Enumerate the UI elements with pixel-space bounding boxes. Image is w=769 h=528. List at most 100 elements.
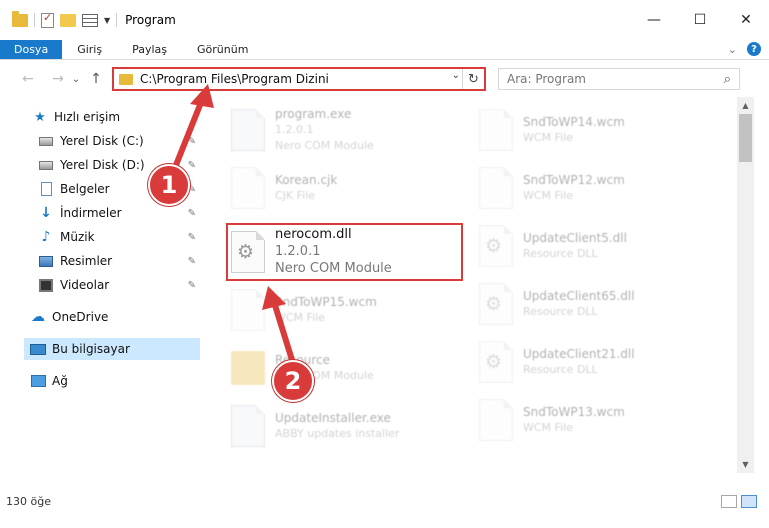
address-dropdown-icon[interactable]: ⌄ — [452, 70, 460, 81]
search-icon[interactable]: ⌕ — [724, 72, 731, 87]
file-type: WCM File — [523, 189, 573, 202]
step-1-badge: 1 — [148, 164, 190, 206]
cloud-icon: ☁ — [31, 309, 45, 325]
tab-home[interactable]: Giriş — [62, 40, 117, 59]
file-name: UpdateClient65.dll — [523, 289, 635, 303]
status-bar: 130 öğe — [0, 489, 769, 513]
search-input[interactable]: Ara: Program ⌕ — [498, 68, 740, 90]
maximize-button[interactable]: ☐ — [677, 0, 723, 40]
file-type: Resource DLL — [523, 305, 598, 318]
exe-file-icon — [231, 405, 265, 447]
divider — [116, 13, 118, 27]
file-type: CJK File — [275, 189, 316, 202]
star-icon: ★ — [34, 109, 46, 125]
minimize-button[interactable]: — — [631, 0, 677, 40]
vertical-scrollbar[interactable]: ▲ ▼ — [737, 97, 754, 473]
window-controls: — ☐ ✕ — [631, 0, 769, 40]
file-name: Korean.cjk — [275, 173, 338, 187]
file-icon — [479, 109, 513, 151]
file-name: SndToWP15.wcm — [275, 295, 377, 309]
highlight-box — [226, 223, 463, 281]
sidebar-item-label: Hızlı erişim — [54, 110, 121, 124]
sidebar-item-label: Bu bilgisayar — [52, 342, 130, 356]
file-type: WCM File — [523, 131, 573, 144]
sidebar-item-label: OneDrive — [52, 310, 109, 324]
file-name: SndToWP13.wcm — [523, 405, 625, 419]
file-icon — [231, 167, 265, 209]
dll-file-icon — [479, 225, 513, 267]
sidebar-item-label: Videolar — [60, 278, 110, 292]
refresh-button[interactable]: ↻ — [462, 69, 484, 89]
file-item[interactable]: UpdateClient21.dll Resource DLL — [471, 335, 709, 389]
file-item[interactable]: SndToWP12.wcm WCM File — [471, 161, 709, 215]
sidebar-item-label: İndirmeler — [60, 206, 122, 220]
back-button[interactable]: ← — [16, 71, 40, 87]
new-folder-icon[interactable] — [60, 13, 76, 27]
pin-icon[interactable]: ✎ — [188, 280, 196, 291]
recent-locations-chevron-icon[interactable]: ⌄ — [70, 74, 82, 85]
tiles-view-icon[interactable] — [741, 494, 757, 508]
view-options-icon[interactable] — [82, 13, 98, 27]
scroll-up-icon[interactable]: ▲ — [737, 97, 754, 114]
pin-icon[interactable]: ✎ — [188, 208, 196, 219]
file-icon — [479, 167, 513, 209]
file-name: SndToWP12.wcm — [523, 173, 625, 187]
file-item[interactable]: Korean.cjk CJK File — [223, 161, 461, 215]
sidebar-item-this-pc[interactable]: Bu bilgisayar — [24, 338, 200, 360]
file-item[interactable]: SndToWP15.wcm WCM File — [223, 283, 461, 337]
file-description: ABBY updates installer — [275, 427, 400, 440]
pin-icon[interactable]: ✎ — [188, 232, 196, 243]
file-item[interactable]: UpdateClient65.dll Resource DLL — [471, 277, 709, 331]
details-view-icon[interactable] — [721, 494, 737, 508]
sidebar-item-label: Müzik — [60, 230, 95, 244]
pin-icon[interactable]: ✎ — [188, 136, 196, 147]
expand-ribbon-icon[interactable]: ⌄ — [728, 43, 737, 56]
sidebar-item-pictures[interactable]: Resimler ✎ — [38, 250, 200, 272]
network-icon — [30, 374, 46, 388]
scroll-thumb[interactable] — [739, 114, 752, 162]
sidebar-item-network[interactable]: Ağ — [30, 370, 202, 392]
search-placeholder: Ara: Program — [507, 72, 586, 86]
close-button[interactable]: ✕ — [723, 0, 769, 40]
customize-toolbar-chevron-icon[interactable]: ▼ — [104, 16, 110, 25]
folder-icon — [231, 351, 265, 385]
sidebar-item-quick-access[interactable]: ★ Hızlı erişim — [32, 106, 202, 128]
tab-file[interactable]: Dosya — [0, 40, 63, 59]
file-name: UpdateInstaller.exe — [275, 411, 391, 425]
file-icon — [479, 399, 513, 441]
disk-icon — [38, 158, 54, 172]
folder-icon — [119, 73, 133, 85]
forward-button[interactable]: → — [46, 71, 70, 87]
properties-icon[interactable] — [41, 11, 54, 28]
file-item[interactable]: UpdateInstaller.exe ABBY updates install… — [223, 399, 461, 453]
navigation-bar: ← → ⌄ ↑ C:\Program Files\Program Dizini … — [0, 61, 769, 97]
address-path[interactable]: C:\Program Files\Program Dizini — [140, 72, 329, 86]
file-item[interactable]: SndToWP14.wcm WCM File — [471, 103, 709, 157]
file-item[interactable]: UpdateClient5.dll Resource DLL — [471, 219, 709, 273]
sidebar-item-videos[interactable]: Videolar ✎ — [38, 274, 200, 296]
item-count: 130 öğe — [6, 494, 51, 508]
sidebar-item-local-disk-c[interactable]: Yerel Disk (C:) ✎ — [38, 130, 200, 152]
documents-icon — [38, 182, 54, 196]
file-type: Resource DLL — [523, 247, 598, 260]
sidebar-item-label: Yerel Disk (C:) — [60, 134, 144, 148]
step-2-badge: 2 — [272, 360, 314, 402]
tab-share[interactable]: Paylaş — [117, 40, 182, 59]
music-icon: ♪ — [41, 229, 51, 245]
sidebar-item-music[interactable]: ♪ Müzik ✎ — [38, 226, 200, 248]
sidebar-item-onedrive[interactable]: ☁ OneDrive — [30, 306, 202, 328]
address-bar[interactable]: C:\Program Files\Program Dizini ⌄ ↻ — [112, 67, 486, 91]
ribbon-tabs: Dosya Giriş Paylaş Görünüm ⌄ ? — [0, 40, 769, 60]
pin-icon[interactable]: ✎ — [188, 160, 196, 171]
file-item[interactable]: Resource Nero COM Module — [223, 341, 461, 395]
file-icon — [231, 289, 265, 331]
file-item[interactable]: SndToWP13.wcm WCM File — [471, 393, 709, 447]
pin-icon[interactable]: ✎ — [188, 256, 196, 267]
pictures-icon — [38, 254, 54, 268]
sidebar-item-downloads[interactable]: ↓ İndirmeler ✎ — [38, 202, 200, 224]
file-item[interactable]: program.exe 1.2.0.1 Nero COM Module — [223, 103, 461, 157]
up-button[interactable]: ↑ — [84, 71, 108, 87]
help-icon[interactable]: ? — [747, 42, 761, 56]
scroll-down-icon[interactable]: ▼ — [737, 456, 754, 473]
tab-view[interactable]: Görünüm — [182, 40, 263, 59]
